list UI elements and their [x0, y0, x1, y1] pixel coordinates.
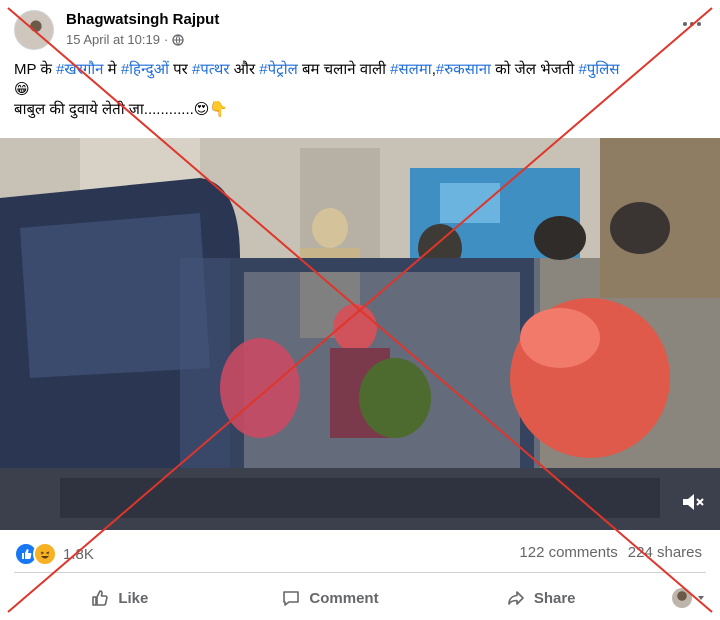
reaction-count: 1.8K	[63, 545, 94, 563]
chevron-down-icon	[698, 596, 705, 600]
like-label: Like	[118, 589, 149, 607]
post-text-fragment: MP के	[14, 61, 57, 78]
share-icon	[508, 591, 524, 605]
post-text-line-1: MP के #खरगौन मे #हिन्दुओं पर #पत्थर और #…	[14, 60, 706, 80]
actions-divider	[14, 572, 706, 573]
share-label: Share	[533, 589, 576, 607]
hashtag-link[interactable]: #रुकसाना	[436, 61, 491, 78]
comment-icon	[283, 591, 300, 606]
comments-count[interactable]: 122 comments	[519, 544, 617, 561]
more-dot	[683, 22, 687, 26]
post-text-fragment: और	[229, 61, 260, 78]
post-stats: 1.8K 122 comments 224 shares	[14, 542, 706, 566]
comment-label: Comment	[309, 589, 379, 607]
meta-separator: ·	[163, 32, 169, 47]
post-video[interactable]	[0, 138, 720, 530]
post-text-line-2: बाबुल की दुवाये लेती जा............😍👇	[14, 101, 229, 118]
profile-avatar	[672, 588, 693, 608]
post-text-fragment: बम चलाने वाली	[297, 61, 391, 78]
hashtag-link[interactable]: #पुलिस	[578, 61, 619, 78]
post-timestamp[interactable]: 15 April at 10:19	[66, 32, 160, 47]
globe-icon	[172, 33, 184, 46]
post-text-fragment: पर	[168, 61, 192, 78]
audience-selector[interactable]	[646, 588, 706, 608]
post-text-fragment: मे	[103, 61, 121, 78]
hashtag-link[interactable]: #हिन्दुओं	[121, 61, 169, 78]
hashtag-link[interactable]: #पेट्रोल	[259, 61, 297, 78]
like-button[interactable]: Like	[14, 588, 225, 608]
share-button[interactable]: Share	[435, 588, 646, 608]
engagement-counts: 122 comments 224 shares	[519, 544, 702, 561]
post-header: Bhagwatsingh Rajput 15 April at 10:19 ·	[14, 8, 706, 52]
hashtag-link[interactable]: #पत्थर	[192, 61, 230, 78]
post-meta: 15 April at 10:19 ·	[66, 32, 184, 47]
shares-count[interactable]: 224 shares	[628, 544, 702, 561]
hashtag-link[interactable]: #खरगौन	[56, 61, 103, 78]
mute-icon[interactable]	[678, 488, 706, 516]
reactions-summary[interactable]: 1.8K	[14, 542, 94, 566]
video-frame	[0, 138, 720, 530]
post-actions: Like Comment Share	[14, 578, 706, 618]
author-name[interactable]: Bhagwatsingh Rajput	[66, 11, 219, 28]
post-text-fragment: को जेल भेजती	[490, 61, 579, 78]
more-dot	[690, 22, 694, 26]
more-dot	[697, 22, 701, 26]
hashtag-link[interactable]: #सलमा	[390, 61, 432, 78]
post-text-emoji: 😁	[14, 81, 30, 98]
more-options-button[interactable]	[678, 14, 706, 34]
thumbs-up-icon	[92, 590, 109, 606]
comment-button[interactable]: Comment	[225, 588, 436, 608]
author-avatar[interactable]	[14, 10, 54, 50]
haha-reaction-icon	[33, 542, 57, 566]
post-text: MP के #खरगौन मे #हिन्दुओं पर #पत्थर और #…	[14, 60, 706, 120]
